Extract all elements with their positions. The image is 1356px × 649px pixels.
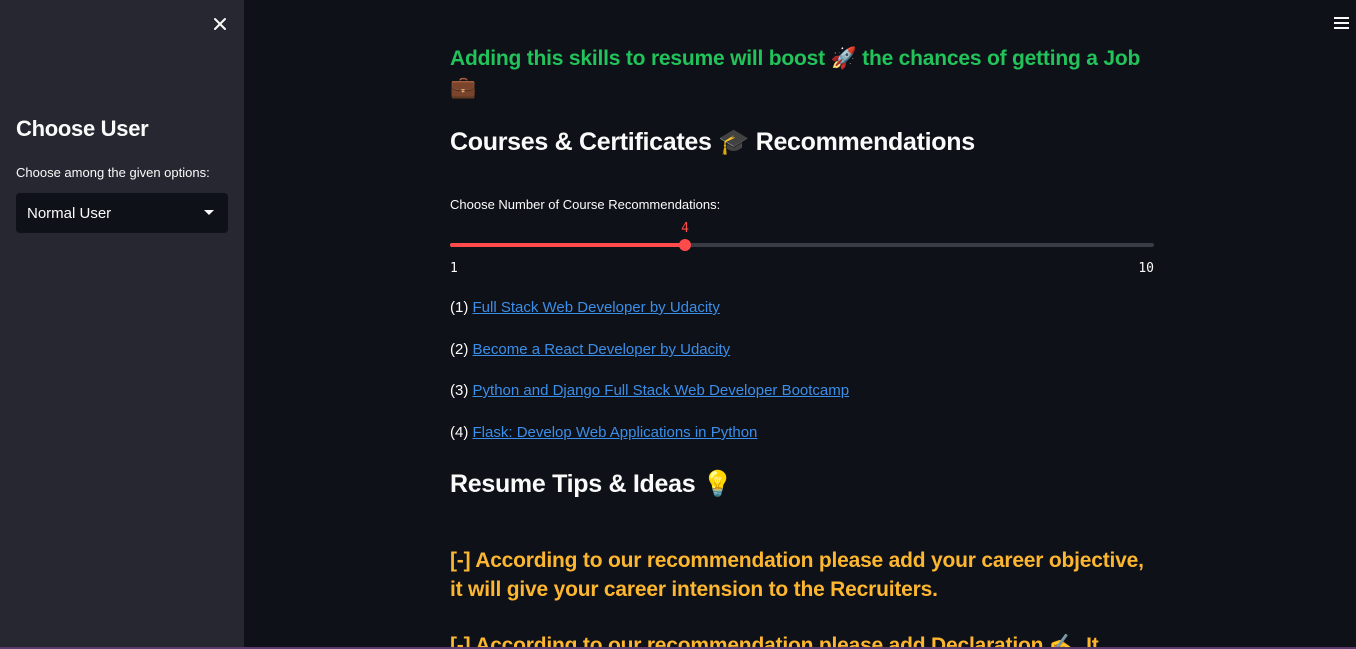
slider-max-label: 10 (1138, 261, 1154, 276)
boost-text-part-2: the chances of getting a Job (856, 47, 1141, 70)
app-root: Choose User Choose among the given optio… (0, 0, 1356, 649)
close-icon[interactable] (210, 14, 230, 34)
skills-boost-message: Adding this skills to resume will boost … (450, 44, 1154, 102)
resume-tips-heading-text: Resume Tips & Ideas (450, 470, 696, 498)
user-select-label: Choose among the given options: (16, 165, 210, 180)
course-count-slider-label: Choose Number of Course Recommendations: (450, 197, 721, 212)
main-content: Adding this skills to resume will boost … (450, 0, 1154, 649)
course-number: (4) (450, 424, 469, 441)
user-type-select-value: Normal User (27, 205, 112, 222)
briefcase-icon: 💼 (450, 75, 476, 99)
courses-heading-part-1: Courses & Certificates (450, 128, 712, 156)
course-count-slider[interactable] (450, 239, 1154, 251)
course-item-2: (2) Become a React Developer by Udacity (450, 341, 730, 358)
sidebar-title: Choose User (16, 116, 149, 141)
resume-tips-heading: Resume Tips & Ideas 💡 (450, 469, 733, 499)
course-link[interactable]: Python and Django Full Stack Web Develop… (473, 382, 850, 399)
lightbulb-icon: 💡 (701, 469, 733, 498)
course-link[interactable]: Full Stack Web Developer by Udacity (473, 299, 720, 316)
user-type-select[interactable]: Normal User (16, 193, 228, 233)
slider-min-label: 1 (450, 261, 458, 276)
course-number: (2) (450, 341, 469, 358)
course-link[interactable]: Become a React Developer by Udacity (473, 341, 731, 358)
course-item-4: (4) Flask: Develop Web Applications in P… (450, 424, 757, 441)
course-item-1: (1) Full Stack Web Developer by Udacity (450, 299, 720, 316)
course-item-3: (3) Python and Django Full Stack Web Dev… (450, 382, 849, 399)
caret-down-icon (204, 210, 214, 215)
boost-text-part-1: Adding this skills to resume will boost (450, 47, 825, 70)
slider-thumb[interactable] (679, 239, 691, 251)
course-number: (3) (450, 382, 469, 399)
slider-fill (450, 243, 685, 247)
graduation-cap-icon: 🎓 (718, 127, 750, 156)
course-number: (1) (450, 299, 469, 316)
hamburger-menu-icon[interactable] (1334, 17, 1350, 29)
slider-value-text: 4 (681, 221, 689, 236)
rocket-icon: 🚀 (830, 46, 857, 70)
sidebar: Choose User Choose among the given optio… (0, 0, 244, 649)
course-link[interactable]: Flask: Develop Web Applications in Pytho… (473, 424, 758, 441)
courses-heading: Courses & Certificates 🎓 Recommendations (450, 127, 975, 157)
courses-heading-part-2: Recommendations (749, 128, 975, 156)
resume-tip-objective: [-] According to our recommendation plea… (450, 549, 1144, 601)
